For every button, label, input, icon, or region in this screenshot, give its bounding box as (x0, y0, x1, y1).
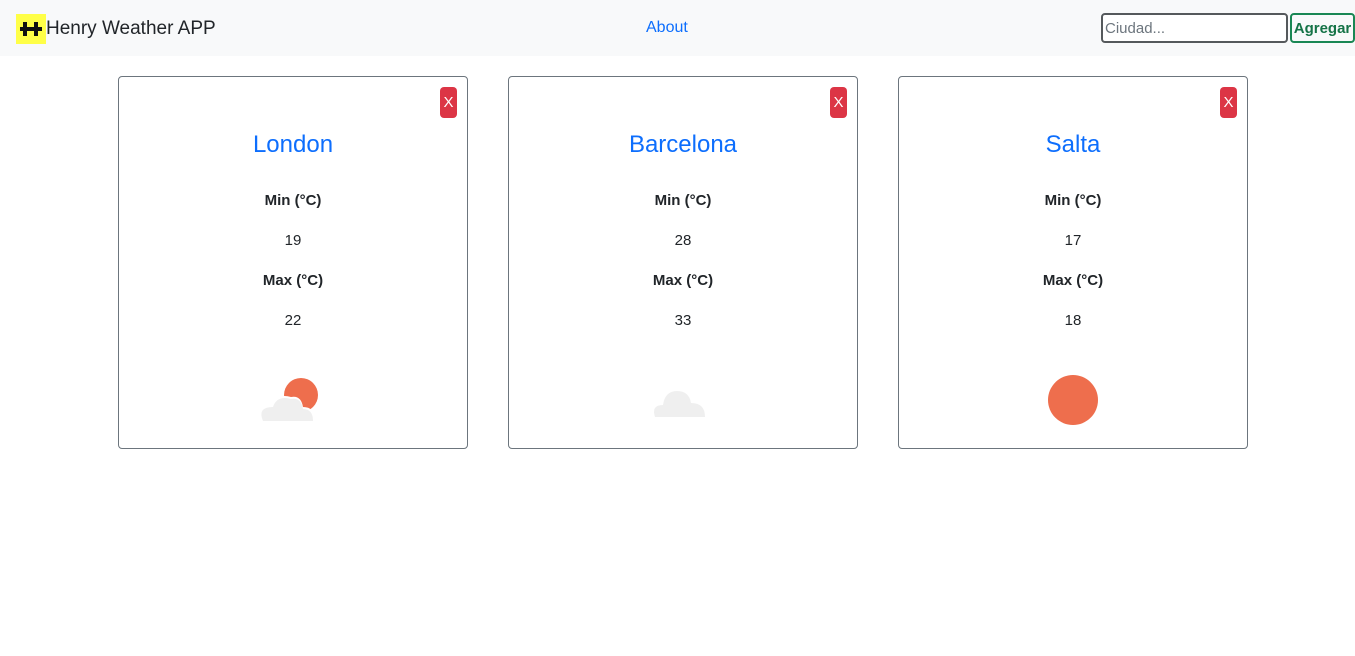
city-search-input[interactable] (1101, 13, 1288, 43)
add-city-button[interactable]: Agregar (1290, 13, 1355, 43)
min-temp-label: Min (°C) (1044, 192, 1102, 209)
henry-logo-icon (16, 14, 46, 44)
sun-icon (899, 375, 1247, 425)
close-card-button[interactable]: X (440, 87, 457, 118)
max-temp-value: 18 (1064, 312, 1082, 329)
city-card: X Barcelona Min (°C) 28 Max (°C) 33 (508, 76, 858, 449)
about-link[interactable]: About (646, 18, 688, 38)
close-card-button[interactable]: X (830, 87, 847, 118)
partly-cloudy-icon (119, 375, 467, 425)
navbar: Henry Weather APP About Agregar (0, 0, 1355, 56)
max-temp-value: 33 (674, 312, 692, 329)
max-temp-label: Max (°C) (262, 272, 324, 289)
min-temp-value: 17 (1064, 232, 1082, 249)
search-form: Agregar (1101, 13, 1355, 43)
min-temp-value: 28 (674, 232, 692, 249)
brand-link[interactable]: Henry Weather APP (16, 14, 216, 44)
max-temp-label: Max (°C) (652, 272, 714, 289)
city-name[interactable]: Salta (899, 131, 1247, 159)
max-temp-label: Max (°C) (1042, 272, 1104, 289)
app-title: Henry Weather APP (46, 18, 216, 39)
city-name[interactable]: Barcelona (509, 131, 857, 159)
max-temp-value: 22 (284, 312, 302, 329)
city-name[interactable]: London (119, 131, 467, 159)
close-card-button[interactable]: X (1220, 87, 1237, 118)
city-card: X London Min (°C) 19 Max (°C) 22 (118, 76, 468, 449)
min-temp-value: 19 (284, 232, 302, 249)
cloud-icon (509, 375, 857, 425)
min-temp-label: Min (°C) (654, 192, 712, 209)
min-temp-label: Min (°C) (264, 192, 322, 209)
city-card: X Salta Min (°C) 17 Max (°C) 18 (898, 76, 1248, 449)
